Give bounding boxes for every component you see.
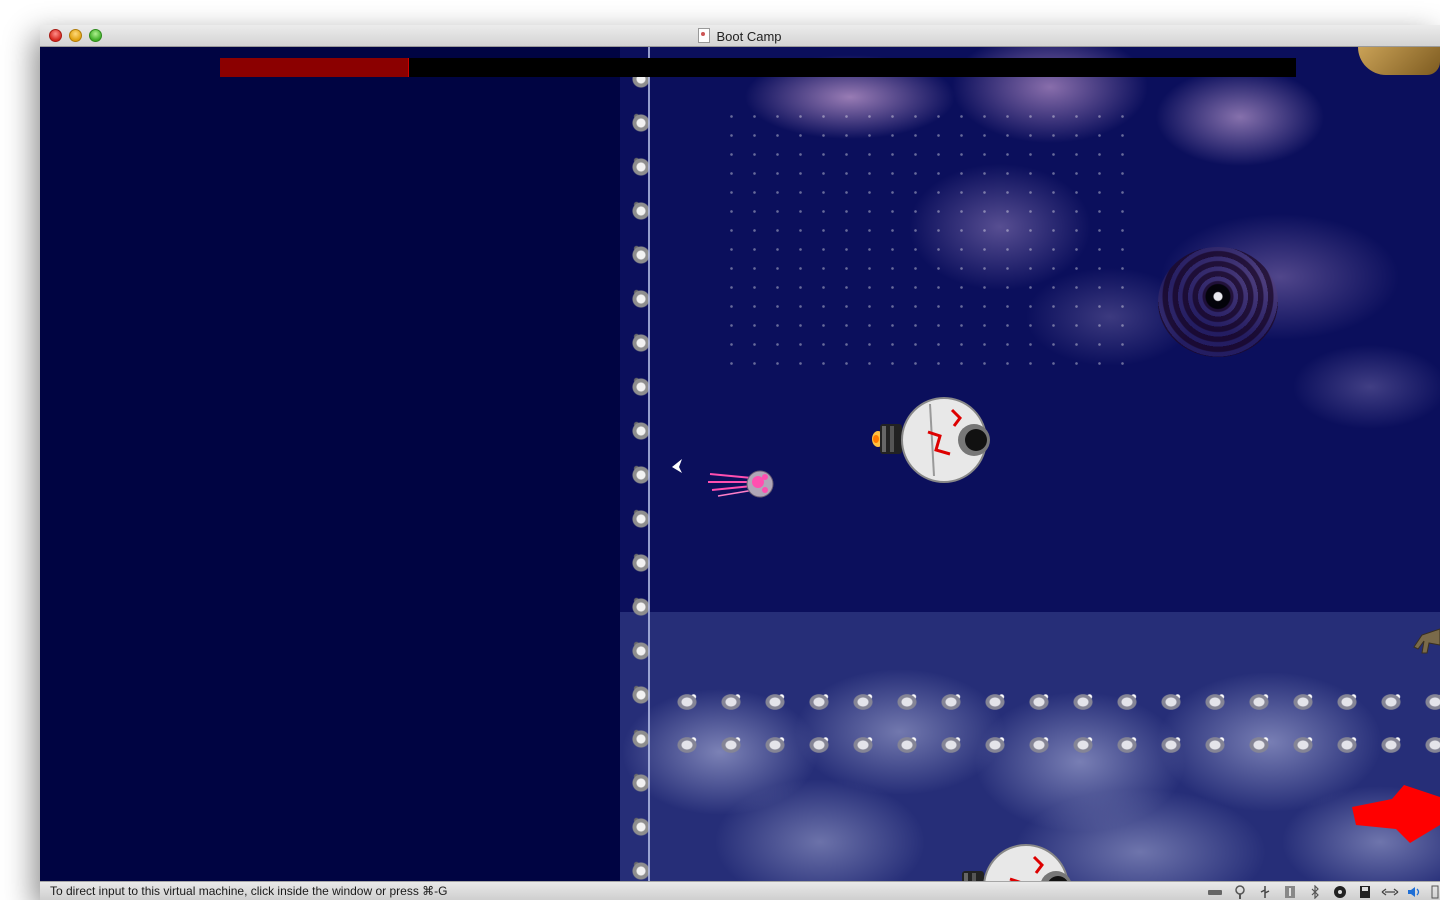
window-title: Boot Camp	[716, 29, 782, 44]
hard-disk-icon[interactable]	[1205, 885, 1225, 899]
wall-edge	[648, 47, 650, 881]
floppy-icon[interactable]	[1355, 885, 1375, 899]
usb-icon[interactable]	[1255, 885, 1275, 899]
golden-ship-fragment	[1358, 47, 1440, 75]
shared-folders-icon[interactable]	[1380, 885, 1400, 899]
black-hole-vortex	[1158, 247, 1278, 357]
bluetooth-icon[interactable]	[1305, 884, 1325, 899]
vm-document-icon	[698, 28, 711, 43]
robot-eyeball-enemy-2	[962, 844, 1071, 881]
asteroid-row-upper	[665, 689, 1440, 715]
health-bar	[220, 58, 1296, 77]
usb-device-icon[interactable]	[1280, 885, 1300, 899]
title-bar[interactable]: Boot Camp	[40, 25, 1440, 47]
spiked-wall	[626, 47, 656, 881]
asteroid-row-lower	[665, 732, 1440, 758]
claw-hand-icon	[1413, 628, 1440, 654]
window-title-area: Boot Camp	[40, 28, 1440, 44]
player-ship[interactable]	[708, 462, 776, 502]
network-icon[interactable]	[1230, 884, 1250, 899]
game-canvas[interactable]	[40, 47, 1440, 881]
device-tray	[1205, 884, 1440, 899]
star-field	[720, 107, 1140, 367]
red-arrow	[1352, 785, 1440, 843]
status-message: To direct input to this virtual machine,…	[50, 884, 448, 898]
aim-cursor-icon	[672, 459, 682, 473]
health-bar-fill	[220, 58, 410, 77]
vm-window: Boot Camp To direct input to this virtua…	[40, 25, 1440, 900]
optical-drive-icon[interactable]	[1330, 885, 1350, 899]
volume-icon[interactable]	[1405, 885, 1425, 899]
robot-eyeball-enemy	[872, 397, 990, 483]
screen-icon[interactable]	[1430, 885, 1440, 899]
status-bar: To direct input to this virtual machine,…	[40, 881, 1440, 900]
